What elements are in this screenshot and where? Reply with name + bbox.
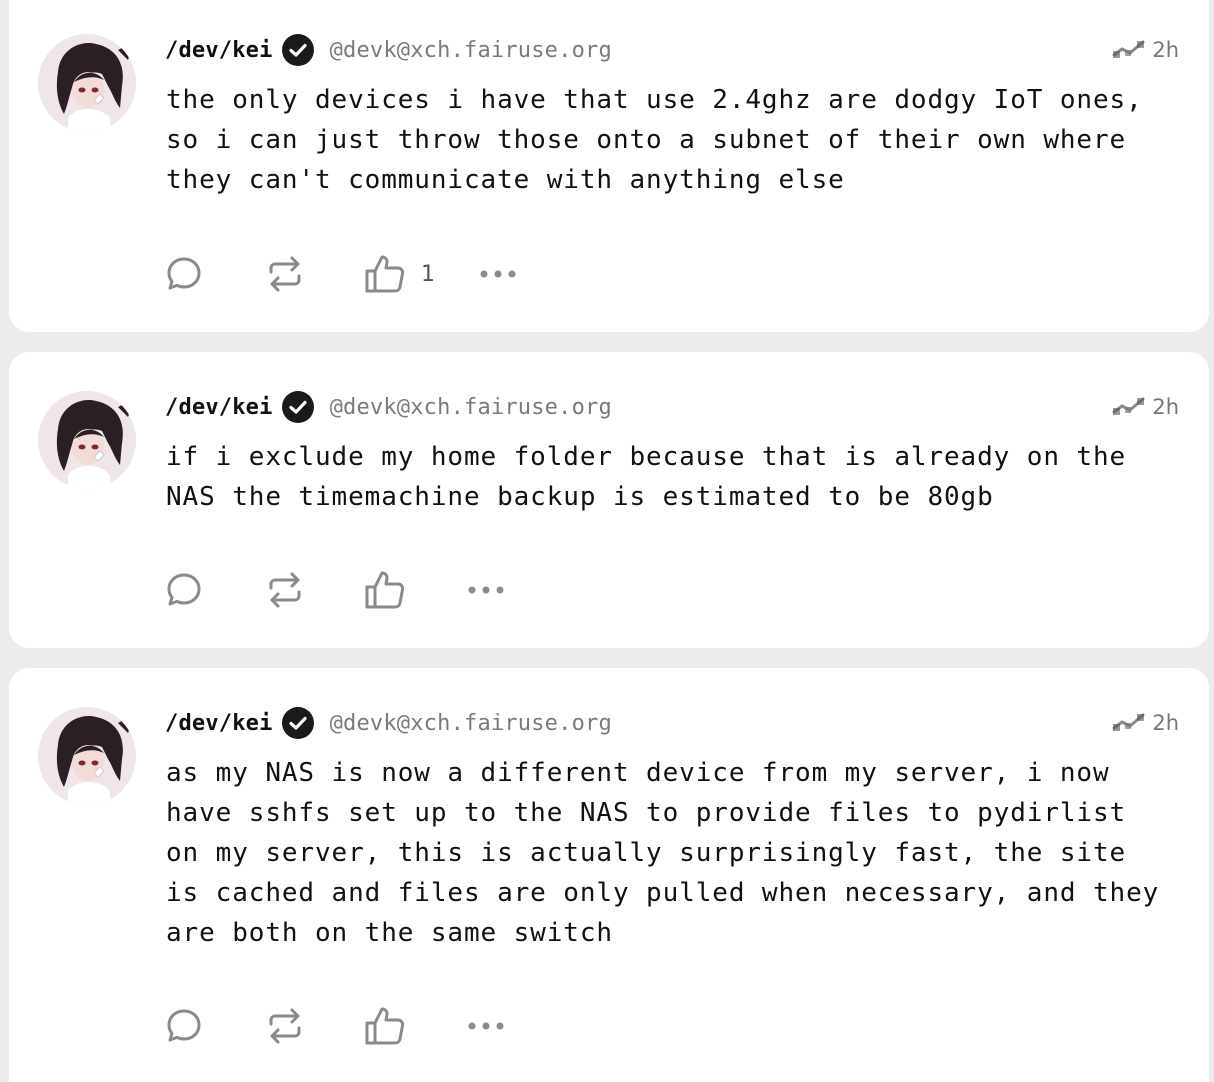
like-button[interactable] — [363, 569, 405, 611]
verified-check-icon — [281, 391, 314, 423]
post-timestamp[interactable]: 2h — [1152, 711, 1179, 735]
post-content: as my NAS is now a different device from… — [166, 758, 1160, 948]
avatar[interactable] — [38, 391, 136, 489]
avatar[interactable] — [38, 34, 136, 132]
thumbs-up-icon — [365, 1007, 405, 1045]
reply-button[interactable] — [165, 571, 205, 609]
timeline-feed: /dev/kei @devk@xch.fairuse.org 2h the on… — [0, 0, 1214, 1082]
boost-icon — [269, 572, 301, 608]
post-meta: 2h — [1112, 38, 1179, 62]
more-options-icon — [468, 1022, 504, 1030]
post-actions — [165, 1004, 505, 1048]
boost-button[interactable] — [265, 254, 305, 294]
post-timestamp[interactable]: 2h — [1152, 38, 1179, 62]
post-header: /dev/kei @devk@xch.fairuse.org 2h — [165, 30, 1179, 70]
like-count: 1 — [421, 261, 435, 287]
more-options-icon — [480, 270, 516, 278]
thumbs-up-icon — [365, 255, 405, 293]
reply-button[interactable] — [165, 255, 205, 293]
thumbs-up-icon — [365, 571, 405, 609]
avatar[interactable] — [38, 707, 136, 805]
reply-icon — [167, 1009, 201, 1042]
post-meta: 2h — [1112, 395, 1179, 419]
more-options-button[interactable] — [467, 585, 505, 595]
post-timestamp[interactable]: 2h — [1152, 395, 1179, 419]
user-handle[interactable]: @devk@xch.fairuse.org — [330, 38, 612, 63]
more-options-button[interactable] — [467, 1021, 505, 1031]
post-content: if i exclude my home folder because that… — [166, 442, 1127, 512]
more-options-icon — [468, 586, 504, 594]
verified-check-icon — [281, 34, 314, 66]
post-header: /dev/kei @devk@xch.fairuse.org 2h — [165, 387, 1179, 427]
like-button[interactable] — [363, 1005, 405, 1047]
boost-button[interactable] — [265, 570, 305, 610]
post-actions: 1 — [165, 252, 517, 296]
post-actions — [165, 568, 505, 612]
reply-icon — [167, 257, 201, 290]
more-options-button[interactable] — [479, 269, 517, 279]
federated-instance-icon — [1112, 396, 1146, 418]
post-card[interactable]: /dev/kei @devk@xch.fairuse.org 2h if i e… — [9, 352, 1209, 648]
post-card[interactable]: /dev/kei @devk@xch.fairuse.org 2h the on… — [9, 0, 1209, 332]
post-meta: 2h — [1112, 711, 1179, 735]
post-card[interactable]: /dev/kei @devk@xch.fairuse.org 2h as my … — [9, 668, 1209, 1082]
boost-icon — [269, 256, 301, 292]
federated-instance-icon — [1112, 39, 1146, 61]
boost-button[interactable] — [265, 1006, 305, 1046]
federated-instance-icon — [1112, 712, 1146, 734]
post-content: the only devices i have that use 2.4ghz … — [166, 85, 1143, 195]
reply-button[interactable] — [165, 1007, 205, 1045]
boost-icon — [269, 1008, 301, 1044]
reply-icon — [167, 573, 201, 606]
display-name[interactable]: /dev/kei — [165, 38, 273, 63]
user-handle[interactable]: @devk@xch.fairuse.org — [330, 711, 612, 736]
like-button[interactable]: 1 — [363, 253, 435, 295]
verified-check-icon — [281, 707, 314, 739]
post-header: /dev/kei @devk@xch.fairuse.org 2h — [165, 703, 1179, 743]
user-handle[interactable]: @devk@xch.fairuse.org — [330, 395, 612, 420]
display-name[interactable]: /dev/kei — [165, 395, 273, 420]
display-name[interactable]: /dev/kei — [165, 711, 273, 736]
